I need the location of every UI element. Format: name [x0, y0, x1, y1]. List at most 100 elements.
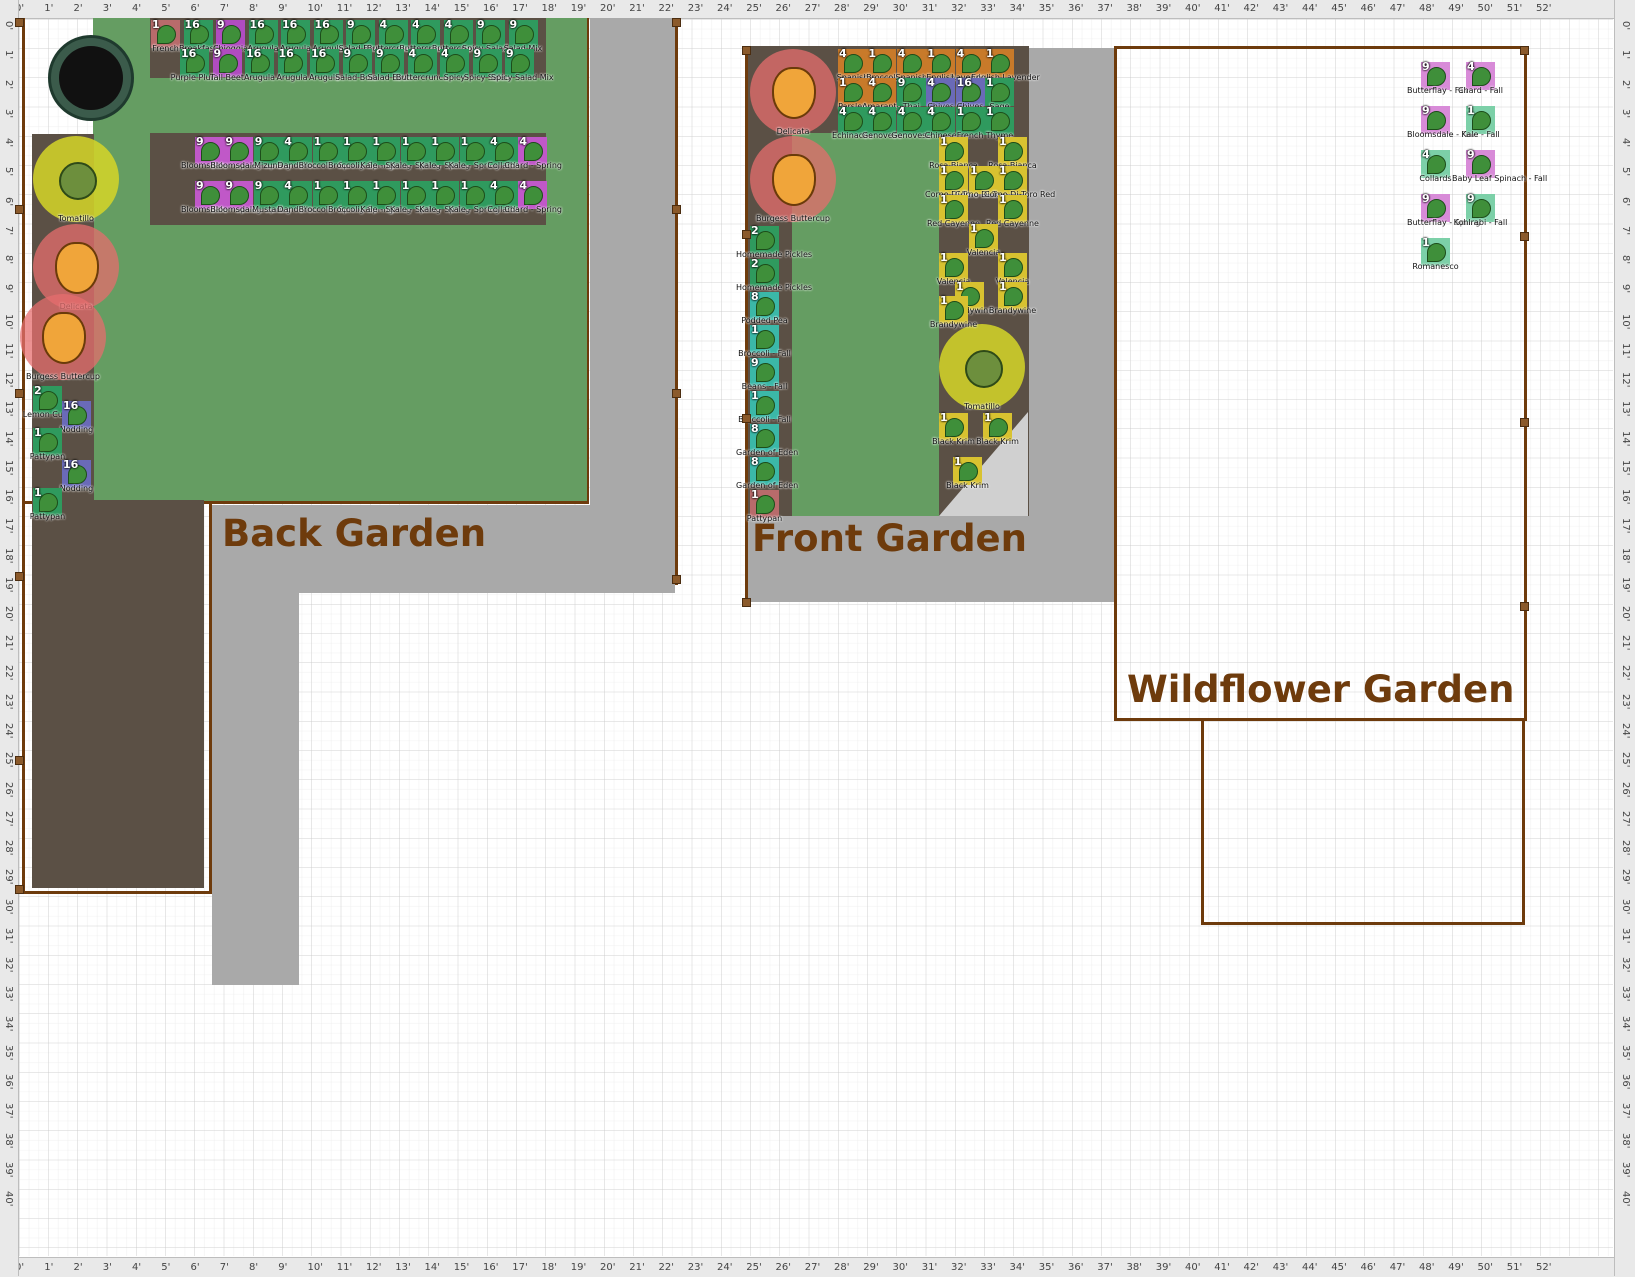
plant-count: 9 — [1422, 60, 1430, 73]
plant-count: 9 — [347, 18, 355, 31]
front-pepper-plant[interactable]: 1 Brandywine — [989, 280, 1036, 315]
front-left-plant[interactable]: 1 Broccoli - Fall — [738, 389, 791, 424]
ruler-tick-label: 26' — [775, 1262, 791, 1273]
front-left-plant[interactable]: 8 Garden of Eden — [736, 455, 798, 490]
back-left-small-plant[interactable]: 1 Pattypan — [30, 426, 65, 461]
front-left-plant[interactable]: 2 Homemade Pickles — [736, 224, 812, 259]
plant-count: 1 — [999, 164, 1007, 177]
ruler-tick-label: 20' — [600, 1262, 616, 1273]
front-left-plant[interactable]: 8 Podded Pea — [741, 290, 788, 325]
front-pepper-plant[interactable]: 1 Red Cayenne — [927, 193, 980, 228]
back-mid-plant[interactable]: 4 Chard - Spring — [504, 135, 562, 170]
wildflower-plant[interactable]: 9 Bloomsdale - Fall — [1407, 104, 1475, 139]
back-top-plant[interactable]: 9 Spicy Salad Mix — [491, 47, 554, 82]
back-left-small-plant[interactable]: 1 Pattypan — [30, 486, 65, 521]
ruler-tick-label: 38' — [1126, 1262, 1142, 1273]
front-pepper-plant[interactable]: 1Rosa Bianca — [988, 135, 1037, 170]
wildflower-plant[interactable]: 9 Baby Leaf Spinach - Fall — [1452, 148, 1547, 183]
front-pepper-plant[interactable]: 1Valencia — [937, 251, 971, 286]
plant-count: 1 — [1422, 236, 1430, 249]
plant-count: 1 — [999, 135, 1007, 148]
ruler-tick-label: 4' — [132, 1262, 142, 1273]
plant-count: 16 — [314, 18, 330, 31]
plant-leaf-icon — [873, 54, 893, 73]
ruler-tick-label: 17' — [1620, 518, 1631, 534]
ruler-tick-label: 31' — [921, 3, 938, 14]
plant-count: 16 — [311, 47, 327, 60]
front-pepper-plant[interactable]: 1 Black Krim — [976, 411, 1019, 446]
compost-bin-icon[interactable] — [48, 35, 134, 121]
ruler-tick-label: 10' — [1620, 313, 1631, 329]
wildflower-plant[interactable]: 1 Romanesco — [1412, 236, 1458, 271]
plant-name: Tomatillo — [58, 214, 94, 223]
front-pepper-plant[interactable]: 1Valencia — [967, 222, 1001, 257]
front-herb-plant[interactable]: 1English Lavender — [971, 47, 1040, 82]
ruler-tick-label: 21' — [629, 3, 645, 14]
plant-count: 9 — [343, 47, 352, 60]
ruler-tick-label: 14' — [424, 3, 440, 14]
front-pepper-plant[interactable]: 1 Brandywine — [930, 294, 977, 329]
wildflower-plant[interactable]: 9 Butterflay - Fall — [1407, 60, 1468, 95]
front-squash-plant[interactable]: Burgess Buttercup — [750, 136, 836, 223]
ruler-tick-label: 51' — [1506, 3, 1523, 14]
wildflower-plant[interactable]: 1 Kale - Fall — [1461, 104, 1499, 139]
back-mid-plant[interactable]: 4 Chard - Spring — [504, 179, 562, 214]
ruler-tick-label: 48' — [1419, 1262, 1435, 1273]
wildflower-garden-annex — [1201, 718, 1525, 925]
back-garden-path-right — [590, 18, 675, 505]
ruler-tick-label: 19' — [1620, 576, 1631, 593]
ruler-tick-label: 35' — [1620, 1044, 1631, 1061]
front-pepper-plant[interactable]: 1Valencia — [996, 251, 1030, 286]
plant-name: Chard - Fall — [1458, 86, 1503, 95]
plant-count: 16 — [184, 18, 200, 31]
front-pepper-plant[interactable]: 1Corno Di Toro Red — [984, 164, 1055, 199]
front-left-plant[interactable]: 9 Beans - Fall — [742, 356, 788, 391]
front-left-plant[interactable]: 1 Pattypan — [747, 488, 782, 523]
wildflower-plant[interactable]: 4 Collards — [1419, 148, 1451, 183]
ruler-tick-label: 29' — [3, 869, 14, 885]
back-left-squash-plant[interactable]: Burgess Buttercup — [20, 294, 106, 381]
plant-name: Brandywine — [988, 306, 1037, 315]
back-left-small-plant[interactable]: 16 Nodding — [60, 458, 93, 493]
ruler-tick-label: 39' — [3, 1161, 14, 1178]
squash-icon — [772, 67, 816, 119]
wildflower-garden-label: Wildflower Garden — [1127, 668, 1515, 711]
plant-leaf-icon — [230, 142, 250, 161]
ruler-tick-label: 49' — [1448, 1262, 1464, 1273]
back-left-small-plant[interactable]: 2 Lemon Cuke — [23, 384, 72, 419]
plant-leaf-icon — [406, 186, 426, 205]
front-left-plant[interactable]: 8 Garden of Eden — [736, 422, 798, 457]
front-pepper-plant[interactable]: 1 Black Krim — [946, 455, 989, 490]
fence-post-icon — [1520, 232, 1529, 241]
plant-count: 9 — [509, 18, 518, 31]
back-top-plant[interactable]: 9Salad Mix — [504, 18, 543, 53]
back-left-tomatillo-plant[interactable]: Tomatillo — [33, 136, 119, 223]
wildflower-plant[interactable]: 9 Kohlrabi - Fall — [1454, 192, 1508, 227]
ruler-tick-label: 12' — [1620, 372, 1631, 388]
ruler-tick-label: 51' — [1506, 1262, 1523, 1273]
front-pepper-plant[interactable]: 1 Black Krim — [932, 411, 975, 446]
ruler-tick-label: 45' — [1331, 3, 1347, 14]
plant-count: 4 — [379, 18, 388, 31]
front-left-plant[interactable]: 2 Homemade Pickles — [736, 257, 812, 292]
front-left-plant[interactable]: 1 Broccoli - Fall — [738, 323, 791, 358]
ruler-tick-label: 2' — [3, 79, 14, 89]
front-squash-plant[interactable]: Delicata — [750, 49, 836, 136]
ruler-tick-label: 32' — [951, 3, 967, 14]
front-herb-plant[interactable]: 1Sage — [985, 76, 1014, 111]
wildflower-plant[interactable]: 9 Butterflay - Spring — [1407, 192, 1481, 227]
front-pepper-plant[interactable]: 1Rosa Bianca — [929, 135, 978, 170]
ruler-tick-label: 33' — [980, 3, 996, 14]
back-left-small-plant[interactable]: 16 Nodding — [60, 399, 93, 434]
plant-count: 4 — [897, 105, 906, 118]
plant-count: 1 — [986, 105, 994, 118]
front-pepper-plant[interactable]: 1 Red Cayenne — [986, 193, 1039, 228]
ruler-tick-label: 36' — [1068, 1262, 1084, 1273]
front-herb-plant[interactable]: 1 Thyme — [985, 105, 1014, 140]
front-tomatillo-plant[interactable]: Tomatillo — [939, 324, 1025, 411]
plant-leaf-icon — [436, 142, 456, 161]
wildflower-plant[interactable]: 4 Chard - Fall — [1458, 60, 1503, 95]
plant-count: 9 — [376, 47, 384, 60]
plant-count: 1 — [313, 179, 322, 192]
ruler-tick-label: 20' — [600, 3, 616, 14]
